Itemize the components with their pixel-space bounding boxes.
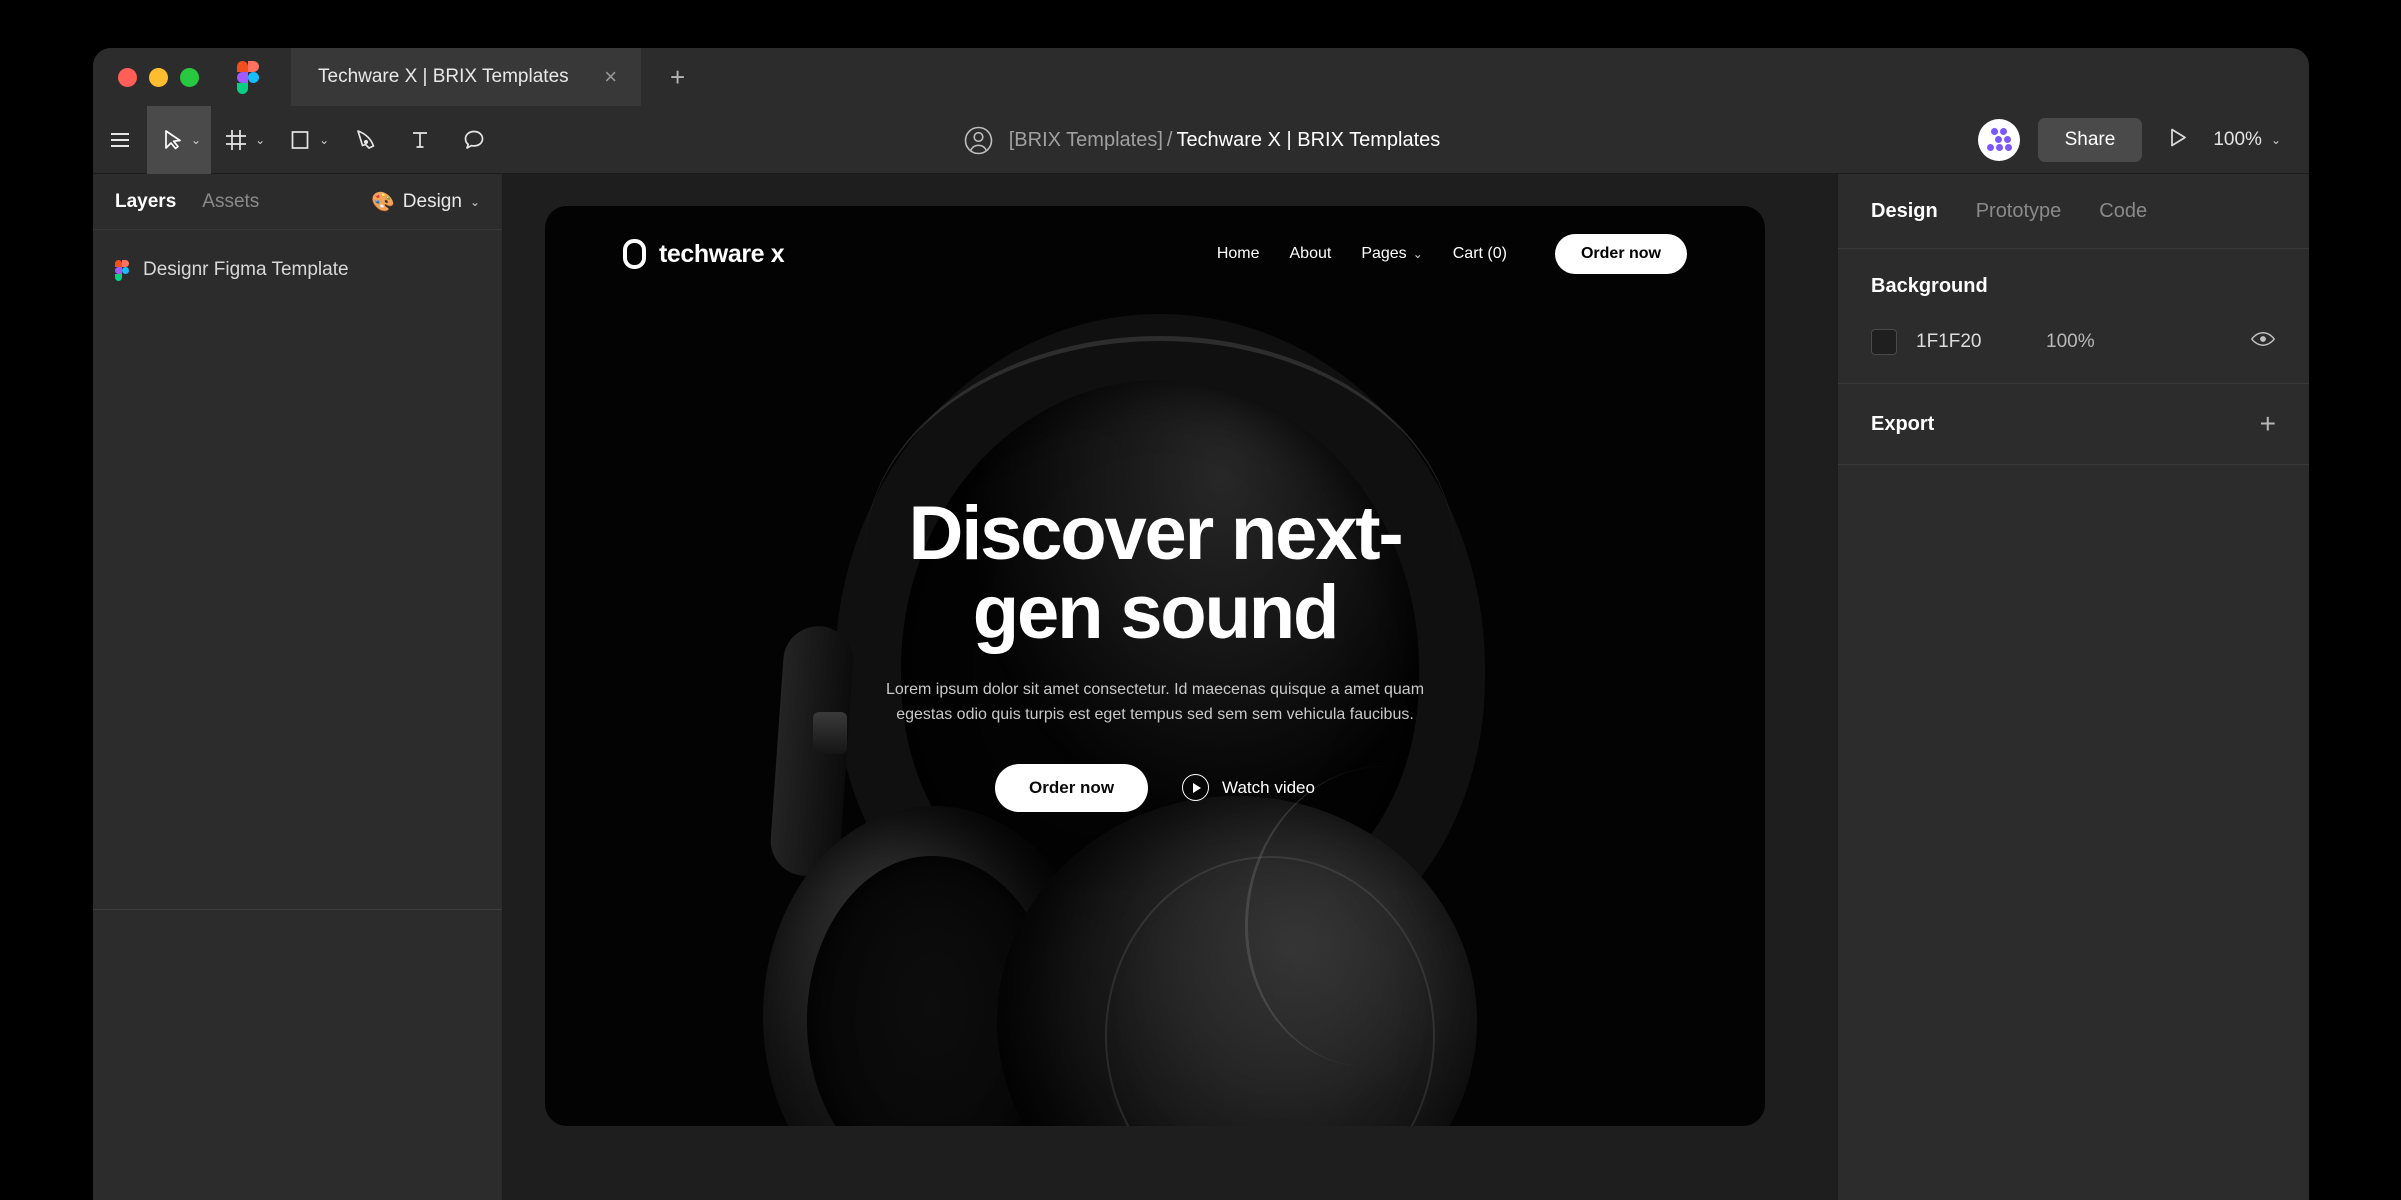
headphones-left-earcup-artwork xyxy=(763,806,1103,1126)
zoom-chevron-down-icon: ⌄ xyxy=(2270,133,2281,147)
watch-video-label: Watch video xyxy=(1222,777,1315,797)
eye-icon[interactable] xyxy=(2250,326,2276,357)
headphones-right-earcup-artwork xyxy=(997,796,1477,1126)
tab-layers[interactable]: Layers xyxy=(115,191,176,213)
brand-lockup[interactable]: techware x xyxy=(623,239,785,269)
export-section-title: Export xyxy=(1871,412,1935,435)
design-canvas[interactable]: techware x Home About Pages ⌄ Cart (0) O… xyxy=(503,174,1837,1200)
minimize-window-button[interactable] xyxy=(149,67,168,87)
breadcrumb-team[interactable]: [BRIX Templates] xyxy=(1009,129,1163,151)
nav-link-about[interactable]: About xyxy=(1290,245,1332,263)
document-tab-label: Techware X | BRIX Templates xyxy=(318,66,569,87)
present-play-icon[interactable] xyxy=(2160,124,2195,156)
background-color-swatch[interactable] xyxy=(1871,328,1897,355)
background-section: Background 1F1F20 100% xyxy=(1838,249,2309,384)
watch-video-button[interactable]: Watch video xyxy=(1182,774,1315,802)
figma-file-icon xyxy=(115,259,129,281)
nav-link-pages-label: Pages xyxy=(1361,245,1407,262)
breadcrumb-file-name[interactable]: Techware X | BRIX Templates xyxy=(1176,129,1440,151)
hamburger-menu-icon[interactable] xyxy=(93,106,147,174)
export-section: Export + xyxy=(1838,384,2309,465)
zoom-level-label: 100% xyxy=(2213,129,2262,150)
new-tab-icon[interactable]: + xyxy=(663,64,693,90)
left-sidebar-tabs: Layers Assets 🎨 Design ⌄ xyxy=(93,174,502,230)
website-navbar: techware x Home About Pages ⌄ Cart (0) O… xyxy=(545,228,1765,280)
hero-section: Discover next-gen sound Lorem ipsum dolo… xyxy=(545,494,1765,812)
left-sidebar: Layers Assets 🎨 Design ⌄ Designr Figma T… xyxy=(93,174,503,1200)
right-sidebar-tabs: Design Prototype Code xyxy=(1838,174,2309,249)
tab-design[interactable]: Design xyxy=(1871,200,1938,223)
background-opacity-value[interactable]: 100% xyxy=(2046,331,2095,353)
plus-icon[interactable]: + xyxy=(2260,410,2276,438)
main-toolbar: ⌄ ⌄ ⌄ [BRIX Templates] / Techware X | BR… xyxy=(93,105,2309,174)
workspace-body: Layers Assets 🎨 Design ⌄ Designr Figma T… xyxy=(93,174,2309,1200)
window-traffic-lights xyxy=(93,67,199,87)
brand-name: techware x xyxy=(659,239,785,268)
right-sidebar-empty-area xyxy=(1838,465,2309,1200)
tab-code[interactable]: Code xyxy=(2099,200,2147,223)
layer-list: Designr Figma Template xyxy=(93,230,502,292)
collaborator-avatar[interactable] xyxy=(1977,119,2020,161)
left-earcup-pad-artwork xyxy=(807,856,1057,1126)
canvas-frame[interactable]: techware x Home About Pages ⌄ Cart (0) O… xyxy=(545,206,1765,1126)
close-tab-icon[interactable]: × xyxy=(599,66,623,88)
hero-subtitle: Lorem ipsum dolor sit amet consectetur. … xyxy=(885,681,1425,723)
tab-bar: Techware X | BRIX Templates × + xyxy=(93,48,2309,106)
navbar-order-now-button[interactable]: Order now xyxy=(1554,234,1687,274)
layer-label: Designr Figma Template xyxy=(143,259,349,280)
background-section-title: Background xyxy=(1871,275,1988,297)
background-fill-row: 1F1F20 100% xyxy=(1871,326,2276,357)
figma-app-window: Techware X | BRIX Templates × + ⌄ ⌄ ⌄ [B… xyxy=(93,48,2309,1200)
maximize-window-button[interactable] xyxy=(180,67,199,87)
frame-tool[interactable]: ⌄ xyxy=(211,106,275,174)
design-chevron-down-icon: ⌄ xyxy=(469,194,480,209)
sidebar-bottom-area xyxy=(93,910,502,1200)
document-tab[interactable]: Techware X | BRIX Templates × xyxy=(291,48,641,106)
share-button[interactable]: Share xyxy=(2037,118,2143,162)
design-mode-switcher[interactable]: 🎨 Design ⌄ xyxy=(371,190,480,214)
figma-logo-icon xyxy=(237,61,259,94)
shape-tool-caret[interactable]: ⌄ xyxy=(319,134,329,146)
hero-title: Discover next-gen sound xyxy=(908,491,1404,656)
move-tool-caret[interactable]: ⌄ xyxy=(191,134,201,146)
nav-link-cart[interactable]: Cart (0) xyxy=(1453,245,1507,263)
navbar-links: Home About Pages ⌄ Cart (0) Order now xyxy=(1217,234,1687,274)
breadcrumb-separator: / xyxy=(1166,128,1173,151)
shape-tool[interactable]: ⌄ xyxy=(275,106,339,174)
nav-link-pages[interactable]: Pages ⌄ xyxy=(1361,245,1422,263)
move-tool[interactable]: ⌄ xyxy=(147,105,212,174)
layer-list-empty-space xyxy=(93,292,502,909)
right-sidebar: Design Prototype Code Background 1F1F20 … xyxy=(1837,174,2309,1200)
pen-tool[interactable] xyxy=(339,106,393,174)
hero-actions: Order now Watch video xyxy=(995,763,1315,812)
right-earcup-ring-artwork xyxy=(1105,856,1435,1126)
frame-tool-caret[interactable]: ⌄ xyxy=(255,134,265,146)
background-hex-value[interactable]: 1F1F20 xyxy=(1916,331,2036,353)
text-tool[interactable] xyxy=(393,106,447,174)
design-mode-label: Design xyxy=(402,190,462,212)
pages-chevron-down-icon: ⌄ xyxy=(1412,247,1423,261)
user-circle-icon[interactable] xyxy=(962,124,995,157)
hero-order-now-button[interactable]: Order now xyxy=(995,763,1149,812)
tab-prototype[interactable]: Prototype xyxy=(1976,200,2062,223)
tab-assets[interactable]: Assets xyxy=(202,191,259,213)
list-item[interactable]: Designr Figma Template xyxy=(93,248,502,292)
play-circle-icon xyxy=(1182,774,1210,802)
nav-link-home[interactable]: Home xyxy=(1217,245,1260,263)
toolbar-right-cluster: Share 100% ⌄ xyxy=(1977,106,2287,174)
comment-tool[interactable] xyxy=(447,106,501,174)
zoom-control[interactable]: 100% ⌄ xyxy=(2213,129,2287,151)
techware-capsule-logo-icon xyxy=(623,239,646,269)
close-window-button[interactable] xyxy=(118,67,137,87)
palette-icon: 🎨 xyxy=(371,191,395,213)
